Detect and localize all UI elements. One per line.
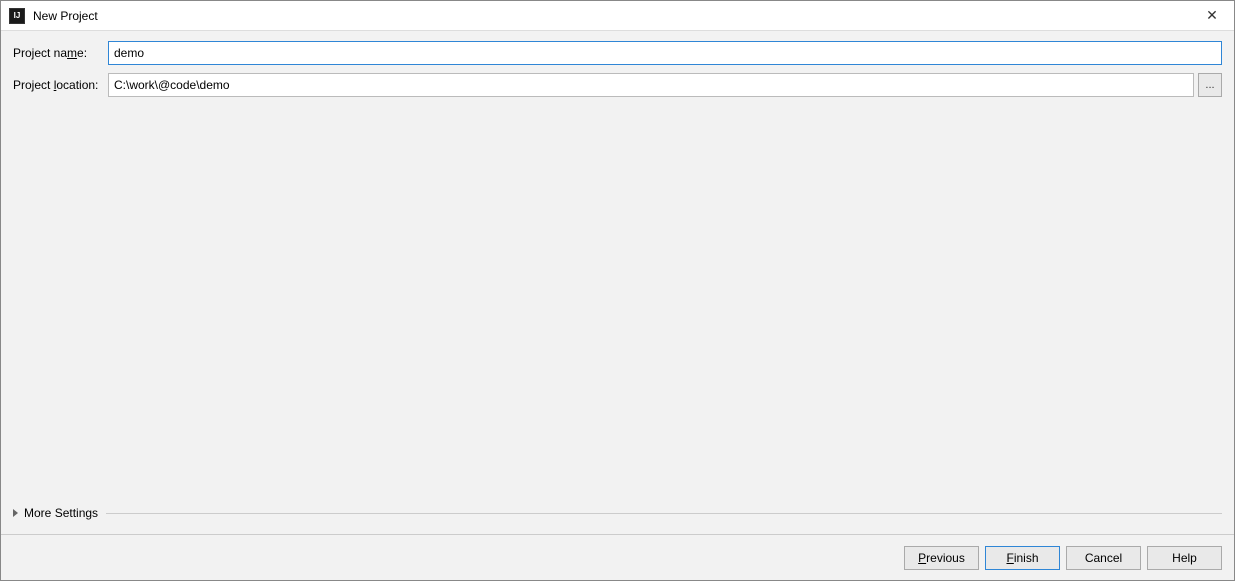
- intellij-icon: IJ: [9, 8, 25, 24]
- button-bar: Previous Finish Cancel Help: [1, 534, 1234, 580]
- project-name-row: Project name:: [13, 41, 1222, 65]
- project-location-label: Project location:: [13, 78, 108, 92]
- window-title: New Project: [33, 9, 98, 23]
- browse-location-button[interactable]: ...: [1198, 73, 1222, 97]
- cancel-button[interactable]: Cancel: [1066, 546, 1141, 570]
- content-area: Project name: Project location: ... More…: [1, 31, 1234, 534]
- close-icon[interactable]: ✕: [1202, 6, 1222, 26]
- previous-button[interactable]: Previous: [904, 546, 979, 570]
- more-settings-label: More Settings: [24, 506, 98, 520]
- project-location-input[interactable]: [108, 73, 1194, 97]
- project-location-row: Project location: ...: [13, 73, 1222, 97]
- finish-button[interactable]: Finish: [985, 546, 1060, 570]
- spacer: [13, 105, 1222, 498]
- more-settings-toggle[interactable]: More Settings: [13, 502, 1222, 524]
- expand-right-icon: [13, 509, 18, 517]
- titlebar: IJ New Project ✕: [1, 1, 1234, 31]
- separator-line: [106, 513, 1222, 514]
- icon-text: IJ: [14, 11, 21, 20]
- project-name-input[interactable]: [108, 41, 1222, 65]
- project-name-label: Project name:: [13, 46, 108, 60]
- help-button[interactable]: Help: [1147, 546, 1222, 570]
